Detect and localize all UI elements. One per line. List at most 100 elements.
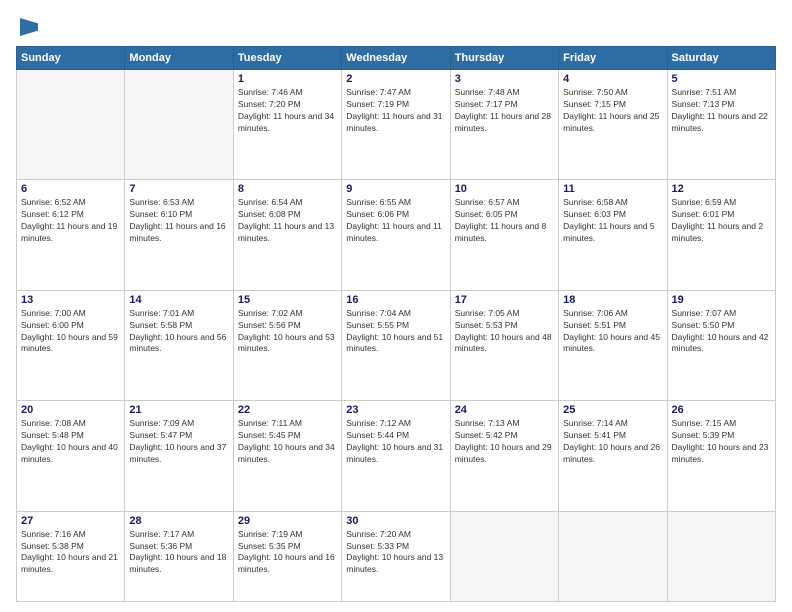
day-number: 18 — [563, 294, 662, 306]
header — [16, 16, 776, 36]
calendar-cell: 22 Sunrise: 7:11 AMSunset: 5:45 PMDayligh… — [233, 401, 341, 511]
day-info: Sunrise: 7:04 AMSunset: 5:55 PMDaylight:… — [346, 308, 445, 356]
calendar-cell — [667, 511, 775, 601]
day-number: 2 — [346, 73, 445, 85]
calendar-cell: 1Sunrise: 7:46 AMSunset: 7:20 PMDaylight… — [233, 70, 341, 180]
day-info: Sunrise: 6:55 AMSunset: 6:06 PMDaylight:… — [346, 197, 445, 245]
day-number: 13 — [21, 294, 120, 306]
day-info: Sunrise: 7:11 AMSunset: 5:45 PMDaylight:… — [238, 418, 337, 466]
calendar-week-row: 20 Sunrise: 7:08 AMSunset: 5:48 PMDayligh… — [17, 401, 776, 511]
logo-icon — [20, 18, 38, 36]
day-info: Sunrise: 7:01 AMSunset: 5:58 PMDaylight:… — [129, 308, 228, 356]
calendar-day-header: Sunday — [17, 47, 125, 70]
calendar-cell — [17, 70, 125, 180]
day-info: Sunrise: 7:06 AMSunset: 5:51 PMDaylight:… — [563, 308, 662, 356]
day-number: 6 — [21, 183, 120, 195]
calendar-cell: 10 Sunrise: 6:57 AMSunset: 6:05 PMDayligh… — [450, 180, 558, 290]
day-info: Sunrise: 7:47 AMSunset: 7:19 PMDaylight:… — [346, 87, 445, 135]
day-number: 16 — [346, 294, 445, 306]
day-info: Sunrise: 7:19 AMSunset: 5:35 PMDaylight:… — [238, 529, 337, 577]
calendar-cell: 24 Sunrise: 7:13 AMSunset: 5:42 PMDayligh… — [450, 401, 558, 511]
page: SundayMondayTuesdayWednesdayThursdayFrid… — [0, 0, 792, 612]
day-number: 19 — [672, 294, 771, 306]
day-info: Sunrise: 7:16 AMSunset: 5:38 PMDaylight:… — [21, 529, 120, 577]
calendar-day-header: Monday — [125, 47, 233, 70]
day-info: Sunrise: 7:05 AMSunset: 5:53 PMDaylight:… — [455, 308, 554, 356]
calendar-cell: 26 Sunrise: 7:15 AMSunset: 5:39 PMDayligh… — [667, 401, 775, 511]
day-number: 4 — [563, 73, 662, 85]
day-number: 30 — [346, 515, 445, 527]
calendar-cell: 28Sunrise: 7:17 AMSunset: 5:36 PMDayligh… — [125, 511, 233, 601]
calendar-table: SundayMondayTuesdayWednesdayThursdayFrid… — [16, 46, 776, 602]
calendar-cell: 8 Sunrise: 6:54 AMSunset: 6:08 PMDaylight… — [233, 180, 341, 290]
day-number: 23 — [346, 404, 445, 416]
calendar-cell: 18 Sunrise: 7:06 AMSunset: 5:51 PMDayligh… — [559, 290, 667, 400]
day-number: 12 — [672, 183, 771, 195]
day-info: Sunrise: 7:15 AMSunset: 5:39 PMDaylight:… — [672, 418, 771, 466]
calendar-cell — [559, 511, 667, 601]
day-number: 1 — [238, 73, 337, 85]
calendar-cell: 6 Sunrise: 6:52 AMSunset: 6:12 PMDaylight… — [17, 180, 125, 290]
day-number: 5 — [672, 73, 771, 85]
day-info: Sunrise: 7:50 AMSunset: 7:15 PMDaylight:… — [563, 87, 662, 135]
calendar-day-header: Wednesday — [342, 47, 450, 70]
calendar-cell: 4 Sunrise: 7:50 AMSunset: 7:15 PMDaylight… — [559, 70, 667, 180]
day-number: 26 — [672, 404, 771, 416]
calendar-day-header: Thursday — [450, 47, 558, 70]
calendar-header-row: SundayMondayTuesdayWednesdayThursdayFrid… — [17, 47, 776, 70]
calendar-cell: 16 Sunrise: 7:04 AMSunset: 5:55 PMDayligh… — [342, 290, 450, 400]
calendar-cell: 9 Sunrise: 6:55 AMSunset: 6:06 PMDaylight… — [342, 180, 450, 290]
calendar-cell: 15Sunrise: 7:02 AMSunset: 5:56 PMDayligh… — [233, 290, 341, 400]
calendar-cell: 13Sunrise: 7:00 AMSunset: 6:00 PMDayligh… — [17, 290, 125, 400]
calendar-cell: 2 Sunrise: 7:47 AMSunset: 7:19 PMDaylight… — [342, 70, 450, 180]
day-info: Sunrise: 6:58 AMSunset: 6:03 PMDaylight:… — [563, 197, 662, 245]
day-info: Sunrise: 6:59 AMSunset: 6:01 PMDaylight:… — [672, 197, 771, 245]
calendar-cell: 29 Sunrise: 7:19 AMSunset: 5:35 PMDayligh… — [233, 511, 341, 601]
day-info: Sunrise: 6:57 AMSunset: 6:05 PMDaylight:… — [455, 197, 554, 245]
day-info: Sunrise: 7:08 AMSunset: 5:48 PMDaylight:… — [21, 418, 120, 466]
calendar-cell: 19 Sunrise: 7:07 AMSunset: 5:50 PMDayligh… — [667, 290, 775, 400]
calendar-cell: 11Sunrise: 6:58 AMSunset: 6:03 PMDayligh… — [559, 180, 667, 290]
day-number: 10 — [455, 183, 554, 195]
calendar-cell: 5 Sunrise: 7:51 AMSunset: 7:13 PMDaylight… — [667, 70, 775, 180]
calendar-cell: 20 Sunrise: 7:08 AMSunset: 5:48 PMDayligh… — [17, 401, 125, 511]
calendar-cell: 23 Sunrise: 7:12 AMSunset: 5:44 PMDayligh… — [342, 401, 450, 511]
calendar-week-row: 27 Sunrise: 7:16 AMSunset: 5:38 PMDayligh… — [17, 511, 776, 601]
calendar-cell: 14 Sunrise: 7:01 AMSunset: 5:58 PMDayligh… — [125, 290, 233, 400]
day-number: 9 — [346, 183, 445, 195]
day-number: 17 — [455, 294, 554, 306]
day-info: Sunrise: 6:52 AMSunset: 6:12 PMDaylight:… — [21, 197, 120, 245]
calendar-cell — [450, 511, 558, 601]
day-info: Sunrise: 7:13 AMSunset: 5:42 PMDaylight:… — [455, 418, 554, 466]
calendar-cell: 21 Sunrise: 7:09 AMSunset: 5:47 PMDayligh… — [125, 401, 233, 511]
day-info: Sunrise: 6:54 AMSunset: 6:08 PMDaylight:… — [238, 197, 337, 245]
day-info: Sunrise: 7:20 AMSunset: 5:33 PMDaylight:… — [346, 529, 445, 577]
calendar-cell: 17 Sunrise: 7:05 AMSunset: 5:53 PMDayligh… — [450, 290, 558, 400]
day-number: 25 — [563, 404, 662, 416]
calendar-day-header: Friday — [559, 47, 667, 70]
day-number: 22 — [238, 404, 337, 416]
day-number: 27 — [21, 515, 120, 527]
day-info: Sunrise: 7:51 AMSunset: 7:13 PMDaylight:… — [672, 87, 771, 135]
day-number: 8 — [238, 183, 337, 195]
day-info: Sunrise: 7:07 AMSunset: 5:50 PMDaylight:… — [672, 308, 771, 356]
day-info: Sunrise: 7:12 AMSunset: 5:44 PMDaylight:… — [346, 418, 445, 466]
day-number: 24 — [455, 404, 554, 416]
day-number: 7 — [129, 183, 228, 195]
day-info: Sunrise: 6:53 AMSunset: 6:10 PMDaylight:… — [129, 197, 228, 245]
calendar-week-row: 1Sunrise: 7:46 AMSunset: 7:20 PMDaylight… — [17, 70, 776, 180]
day-info: Sunrise: 7:09 AMSunset: 5:47 PMDaylight:… — [129, 418, 228, 466]
calendar-cell: 25Sunrise: 7:14 AMSunset: 5:41 PMDayligh… — [559, 401, 667, 511]
day-number: 29 — [238, 515, 337, 527]
calendar-week-row: 6 Sunrise: 6:52 AMSunset: 6:12 PMDaylight… — [17, 180, 776, 290]
day-number: 21 — [129, 404, 228, 416]
calendar-day-header: Tuesday — [233, 47, 341, 70]
day-number: 14 — [129, 294, 228, 306]
day-number: 3 — [455, 73, 554, 85]
calendar-cell: 27 Sunrise: 7:16 AMSunset: 5:38 PMDayligh… — [17, 511, 125, 601]
day-number: 20 — [21, 404, 120, 416]
calendar-cell: 30 Sunrise: 7:20 AMSunset: 5:33 PMDayligh… — [342, 511, 450, 601]
logo — [16, 16, 38, 36]
day-info: Sunrise: 7:02 AMSunset: 5:56 PMDaylight:… — [238, 308, 337, 356]
calendar-cell: 7 Sunrise: 6:53 AMSunset: 6:10 PMDaylight… — [125, 180, 233, 290]
